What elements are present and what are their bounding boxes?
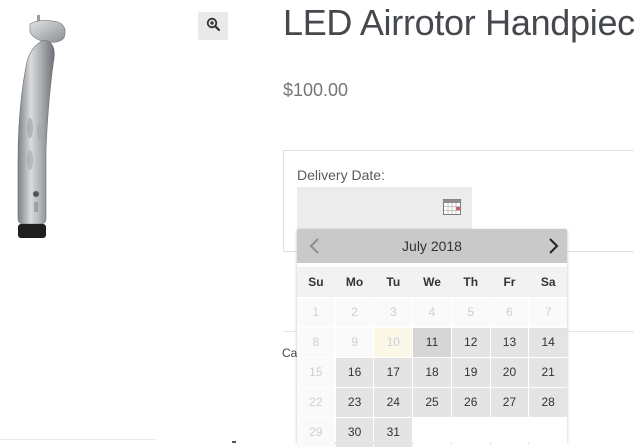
calendar-day: 4 [413, 298, 451, 327]
weekday-header-row: Su Mo Tu We Th Fr Sa [297, 267, 567, 297]
calendar-week-row: 15 16 17 18 19 20 21 [297, 358, 568, 387]
calendar-day: 3 [374, 298, 413, 327]
weekday-label: Fr [503, 275, 516, 289]
calendar-icon[interactable] [443, 198, 461, 215]
calendar-day[interactable]: 26 [451, 388, 490, 417]
calendar-day[interactable]: 31 [374, 418, 413, 447]
calendar-day[interactable]: 20 [490, 358, 529, 387]
calendar-day[interactable]: 11 [413, 328, 451, 357]
weekday-label: Mo [345, 275, 364, 289]
calendar-day: 5 [451, 298, 490, 327]
calendar-day[interactable]: 24 [374, 388, 413, 417]
calendar-day: 8 [297, 328, 335, 357]
weekday-label: We [423, 275, 441, 289]
zoom-button[interactable] [198, 12, 228, 40]
calendar-day[interactable]: 23 [335, 388, 374, 417]
weekday-label: Sa [540, 275, 556, 289]
weekday-label: Tu [386, 275, 401, 289]
datepicker-header: July 2018 [297, 229, 567, 263]
calendar-day: 15 [297, 358, 335, 387]
weekday-label: Su [308, 275, 324, 289]
category-label: Ca [282, 346, 298, 360]
calendar-day: 7 [529, 298, 568, 327]
calendar-day[interactable]: 21 [529, 358, 568, 387]
calendar-day: 1 [297, 298, 335, 327]
datepicker-month-title: July 2018 [402, 238, 462, 254]
calendar-empty-cell [413, 418, 451, 447]
delivery-date-label: Delivery Date: [297, 167, 385, 183]
calendar-day[interactable]: 25 [413, 388, 451, 417]
zoom-in-icon [206, 17, 221, 36]
calendar-empty-cell [529, 418, 568, 447]
chevron-right-icon[interactable] [543, 235, 563, 257]
product-image[interactable] [0, 10, 112, 242]
calendar-day[interactable]: 13 [490, 328, 529, 357]
calendar-day[interactable]: 27 [490, 388, 529, 417]
datepicker: July 2018 Su Mo Tu We Th Fr Sa 1 2 3 4 5 6 7 8 9 10 11 12 1… [297, 229, 568, 447]
calendar-empty-cell [451, 418, 490, 447]
calendar-week-row: 8 9 10 11 12 13 14 [297, 328, 568, 357]
calendar-day: 22 [297, 388, 335, 417]
calendar-day[interactable]: 18 [413, 358, 451, 387]
calendar-week-row: 22 23 24 25 26 27 28 [297, 388, 568, 417]
calendar-empty-cell [490, 418, 529, 447]
calendar-week-row: 29 30 31 [297, 418, 568, 447]
calendar-day: 29 [297, 418, 335, 447]
product-price: $100.00 [283, 80, 349, 100]
calendar-day[interactable]: 14 [529, 328, 568, 357]
calendar-week-row: 1234567 [297, 298, 568, 327]
calendar-day[interactable]: 28 [529, 388, 568, 417]
calendar-day: 10 [374, 328, 413, 357]
divider-mark [232, 441, 236, 443]
calendar-day: 9 [335, 328, 374, 357]
weekday-label: Th [463, 275, 479, 289]
calendar-day[interactable]: 12 [451, 328, 490, 357]
calendar-day[interactable]: 19 [451, 358, 490, 387]
datepicker-grid: Su Mo Tu We Th Fr Sa 1 2 3 4 5 6 7 8 9 10 11 12 13 14 15 16 17 1… [297, 267, 568, 448]
calendar-day[interactable]: 16 [335, 358, 374, 387]
calendar-day: 2 [335, 298, 374, 327]
product-title: LED Airrotor Handpiece [283, 2, 634, 43]
calendar-day[interactable]: 17 [374, 358, 413, 387]
divider [0, 439, 155, 440]
calendar-day: 6 [490, 298, 529, 327]
calendar-day[interactable]: 30 [335, 418, 374, 447]
